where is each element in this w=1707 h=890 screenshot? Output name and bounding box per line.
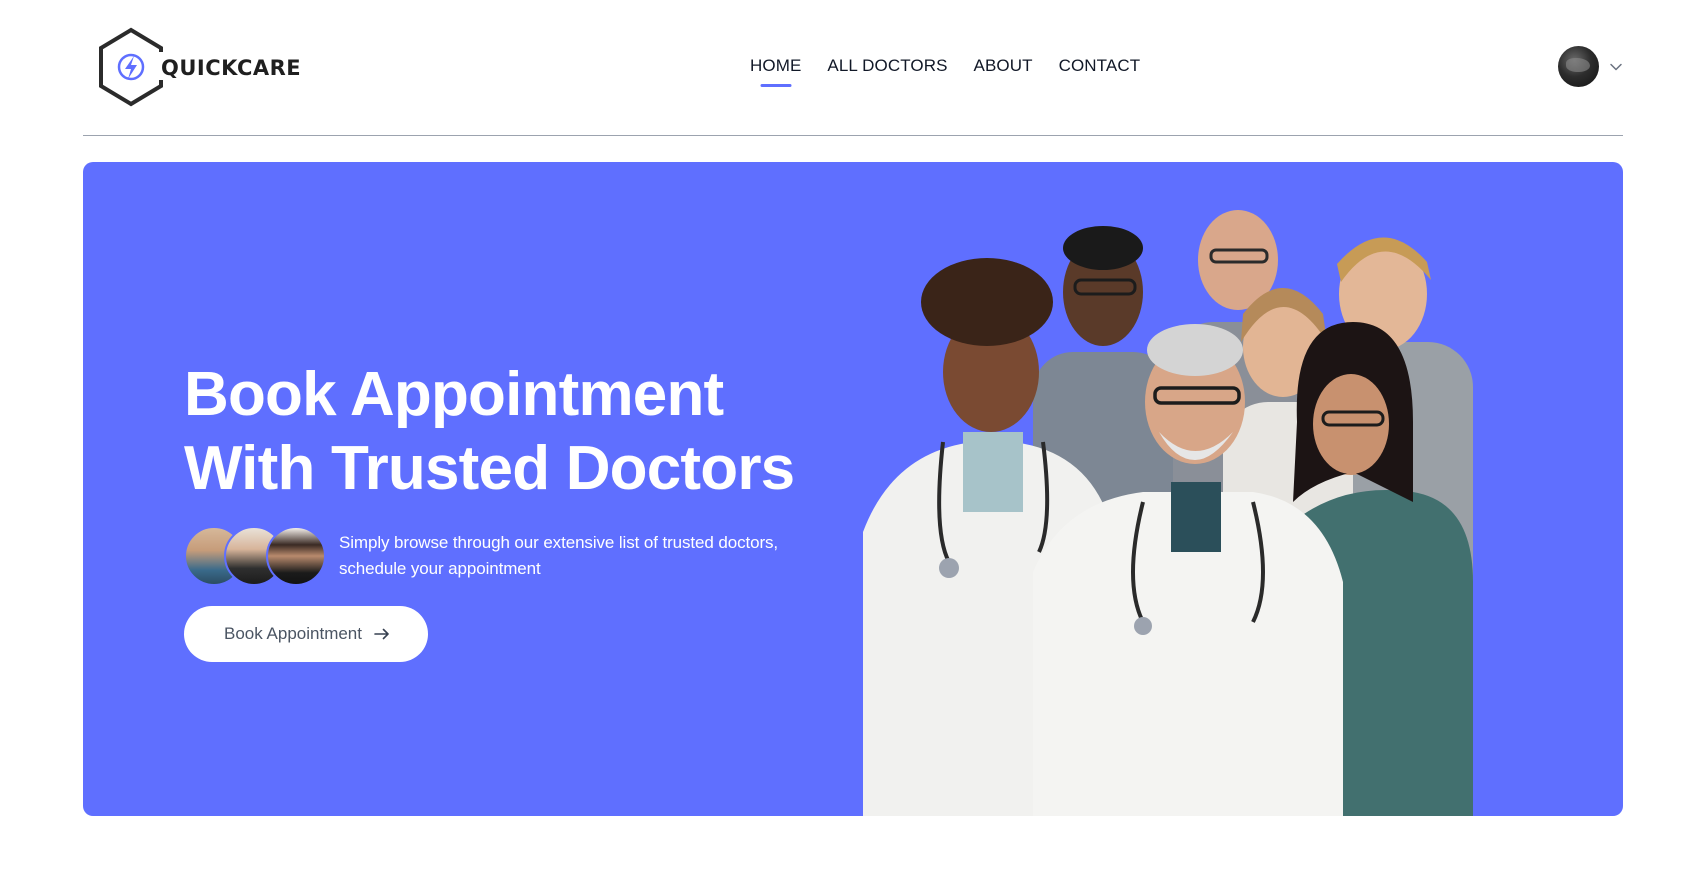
doctors-group-illustration bbox=[863, 210, 1473, 816]
profile-menu[interactable] bbox=[1558, 46, 1623, 87]
hero-subtitle: Simply browse through our extensive list… bbox=[339, 533, 779, 578]
hero-title-line-1: Book Appointment bbox=[184, 360, 724, 429]
page: QUICKCARE HOME ALL DOCTORS ABOUT CONTACT… bbox=[0, 0, 1707, 890]
user-avatar[interactable] bbox=[1558, 46, 1599, 87]
site-header: QUICKCARE HOME ALL DOCTORS ABOUT CONTACT bbox=[83, 20, 1623, 136]
book-appointment-button[interactable]: Book Appointment bbox=[184, 606, 428, 662]
hero-title: Book Appointment With Trusted Doctors bbox=[184, 358, 824, 506]
logo-hexagon-icon bbox=[99, 27, 167, 107]
patient-avatar bbox=[266, 526, 326, 586]
nav-contact[interactable]: CONTACT bbox=[1046, 56, 1154, 76]
nav-home[interactable]: HOME bbox=[737, 56, 814, 76]
chevron-down-icon[interactable] bbox=[1609, 60, 1623, 74]
nav-all-doctors[interactable]: ALL DOCTORS bbox=[814, 56, 960, 76]
patient-avatars-group bbox=[184, 526, 326, 586]
hero-title-line-2: With Trusted Doctors bbox=[184, 434, 795, 503]
logo[interactable]: QUICKCARE bbox=[95, 26, 301, 110]
brand-name: QUICKCARE bbox=[161, 56, 302, 80]
book-appointment-label: Book Appointment bbox=[224, 624, 362, 643]
main-nav: HOME ALL DOCTORS ABOUT CONTACT bbox=[737, 56, 1153, 76]
nav-about[interactable]: ABOUT bbox=[961, 56, 1046, 76]
hero-banner: Book Appointment With Trusted Doctors Si… bbox=[83, 162, 1623, 816]
arrow-right-icon bbox=[374, 628, 389, 640]
